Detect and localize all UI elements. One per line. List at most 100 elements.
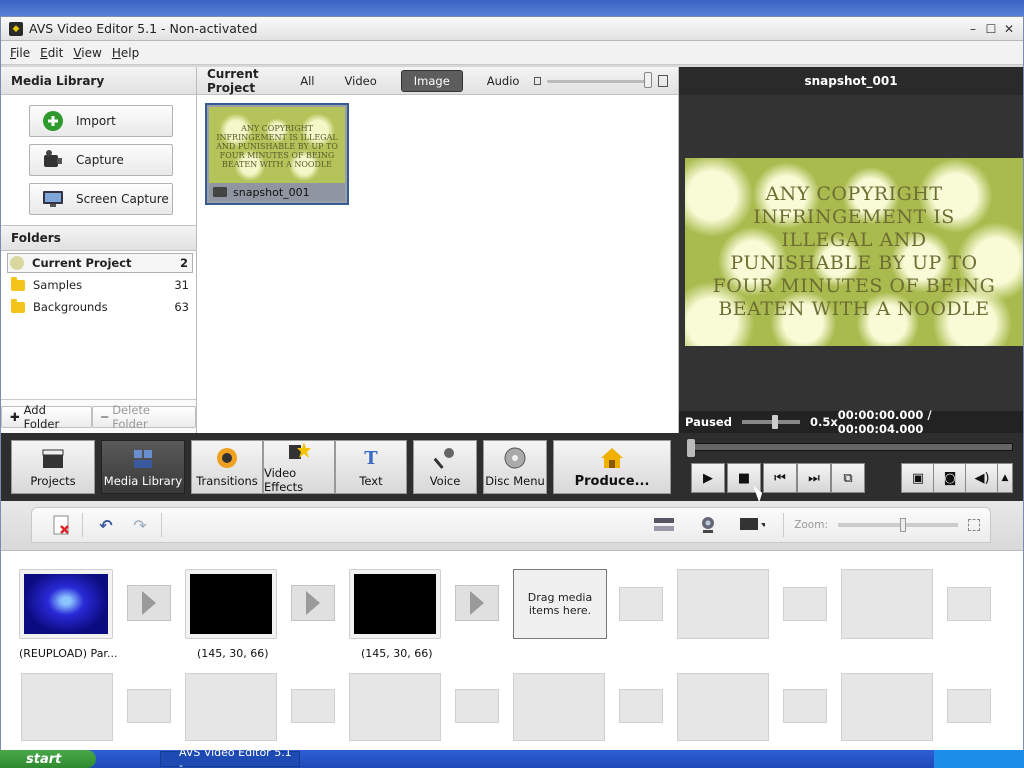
webcam-icon[interactable] (695, 512, 721, 538)
triangle-up-icon: ▲ (1001, 473, 1009, 483)
filter-video[interactable]: Video (339, 72, 383, 90)
transition-slot-1[interactable] (127, 585, 171, 621)
transition-slot-3[interactable] (455, 585, 499, 621)
undo-icon[interactable]: ↶ (93, 512, 119, 538)
plus-icon: ✚ (10, 409, 20, 424)
screen-icon: ▣ (911, 470, 925, 486)
camera-icon: ◙ (943, 470, 957, 486)
folder-actions: ✚ Add Folder ━ Delete Folder (1, 399, 196, 433)
import-button[interactable]: Import (29, 105, 173, 137)
fit-zoom-icon[interactable] (968, 519, 980, 531)
projects-label: Projects (30, 474, 76, 488)
add-folder-button[interactable]: ✚ Add Folder (1, 403, 93, 431)
filter-audio[interactable]: Audio (481, 72, 526, 90)
video-effects-button[interactable]: Video Effects (263, 440, 335, 494)
fullscreen-icon: ⧉ (843, 470, 853, 486)
close-button[interactable]: ✕ (1001, 21, 1017, 37)
empty-transition-slot (455, 689, 499, 723)
screen-capture-button[interactable]: Screen Capture (29, 183, 173, 215)
disc-menu-button[interactable]: Disc Menu (483, 440, 547, 494)
preview-screen: ANY COPYRIGHT INFRINGEMENT IS ILLEGAL AN… (685, 158, 1023, 346)
folder-current-project[interactable]: Current Project 2 (7, 253, 193, 273)
folders-header: Folders (1, 225, 196, 251)
maximize-button[interactable]: ☐ (983, 21, 999, 37)
player-controls: ▶ ■ ⏮ ⏭ ⧉ ▣ ◙ ◀) ▲ (683, 437, 1019, 497)
empty-clip-slot (349, 673, 441, 741)
folder-backgrounds[interactable]: Backgrounds 63 (7, 297, 193, 317)
voice-button[interactable]: Voice (413, 440, 477, 494)
storyboard-clip-3[interactable] (349, 569, 441, 639)
storyboard: (REUPLOAD) Par... (145, 30, 66) (145, 30… (1, 551, 1023, 751)
projects-button[interactable]: Projects (11, 440, 95, 494)
empty-clip-slot (677, 569, 769, 639)
timeline-zoom-slider[interactable] (838, 518, 958, 532)
chevron-right-icon (306, 591, 320, 615)
filter-image[interactable]: Image (400, 69, 463, 92)
seek-bar[interactable] (687, 443, 1013, 451)
produce-house-icon (599, 446, 625, 470)
menu-file[interactable]: File (5, 46, 35, 60)
display-settings-icon[interactable] (739, 512, 766, 538)
playback-status-bar: Paused 0.5x 00:00:00.000 / 00:00:04.000 (679, 408, 1023, 436)
empty-clip-slot (21, 673, 113, 741)
transitions-label: Transitions (196, 474, 258, 488)
menu-view[interactable]: View (68, 46, 106, 60)
filter-all[interactable]: All (294, 72, 320, 90)
preview-window-button[interactable]: ▣ (901, 463, 935, 493)
taskbar-item-avs[interactable]: AVS Video Editor 5.1 - (160, 746, 300, 768)
empty-clip-slot (513, 673, 605, 741)
redo-icon[interactable]: ↷ (127, 512, 153, 538)
start-button[interactable]: start (0, 750, 96, 768)
folder-name: Current Project (32, 256, 132, 270)
media-item-snapshot[interactable]: ANY COPYRIGHT INFRINGEMENT IS ILLEGAL AN… (205, 103, 349, 205)
image-type-icon (213, 187, 227, 197)
camcorder-icon (42, 149, 64, 171)
fullscreen-button[interactable]: ⧉ (831, 463, 865, 493)
transition-slot-2[interactable] (291, 585, 335, 621)
menu-edit[interactable]: Edit (35, 46, 68, 60)
minus-icon: ━ (101, 409, 109, 424)
speaker-icon: ◀) (974, 470, 990, 486)
timeline-toolbar-area: ↶ ↷ Zoom: (1, 501, 1023, 551)
previous-frame-button[interactable]: ⏮ (763, 463, 797, 493)
folder-name: Samples (33, 278, 83, 292)
clip-thumbnail (354, 574, 436, 634)
taskbar: start AVS Video Editor 5.1 - (0, 746, 1024, 768)
zoom-label: Zoom: (794, 519, 828, 531)
storyboard-clip-1[interactable] (19, 569, 113, 639)
speed-slider[interactable] (741, 415, 800, 429)
volume-button[interactable]: ◀) (965, 463, 999, 493)
empty-transition-slot (783, 587, 827, 621)
seek-handle[interactable] (687, 439, 695, 457)
effects-star-icon (286, 440, 312, 462)
snapshot-button[interactable]: ◙ (933, 463, 967, 493)
folder-name: Backgrounds (33, 300, 108, 314)
thumbnail-size-slider[interactable] (546, 71, 653, 88)
storyboard-clip-2[interactable] (185, 569, 277, 639)
empty-transition-slot (619, 587, 663, 621)
preview-panel: snapshot_001 ANY COPYRIGHT INFRINGEMENT … (679, 67, 1023, 436)
player-more-button[interactable]: ▲ (997, 463, 1013, 493)
delete-folder-button[interactable]: ━ Delete Folder (92, 403, 196, 431)
drop-target[interactable]: Drag media items here. (513, 569, 607, 639)
menu-help[interactable]: Help (107, 46, 144, 60)
playback-state: Paused (685, 415, 732, 429)
media-thumbnail: ANY COPYRIGHT INFRINGEMENT IS ILLEGAL AN… (209, 107, 345, 185)
media-library-button[interactable]: Media Library (101, 440, 185, 494)
clip-thumbnail (190, 574, 272, 634)
minimize-button[interactable]: – (965, 21, 981, 37)
storyboard-view-icon[interactable] (651, 512, 677, 538)
text-button[interactable]: T Text (335, 440, 407, 494)
text-t-icon: T (364, 447, 378, 469)
capture-button[interactable]: Capture (29, 144, 173, 176)
next-frame-button[interactable]: ⏭ (797, 463, 831, 493)
clip-label-3: (145, 30, 66) (361, 647, 433, 660)
empty-clip-slot (841, 673, 933, 741)
delete-clip-icon[interactable] (48, 512, 74, 538)
folder-samples[interactable]: Samples 31 (7, 275, 193, 295)
empty-transition-slot (291, 689, 335, 723)
produce-button[interactable]: Produce... (553, 440, 671, 494)
media-item-name: snapshot_001 (233, 185, 310, 199)
play-button[interactable]: ▶ (691, 463, 725, 493)
transitions-button[interactable]: Transitions (191, 440, 263, 494)
